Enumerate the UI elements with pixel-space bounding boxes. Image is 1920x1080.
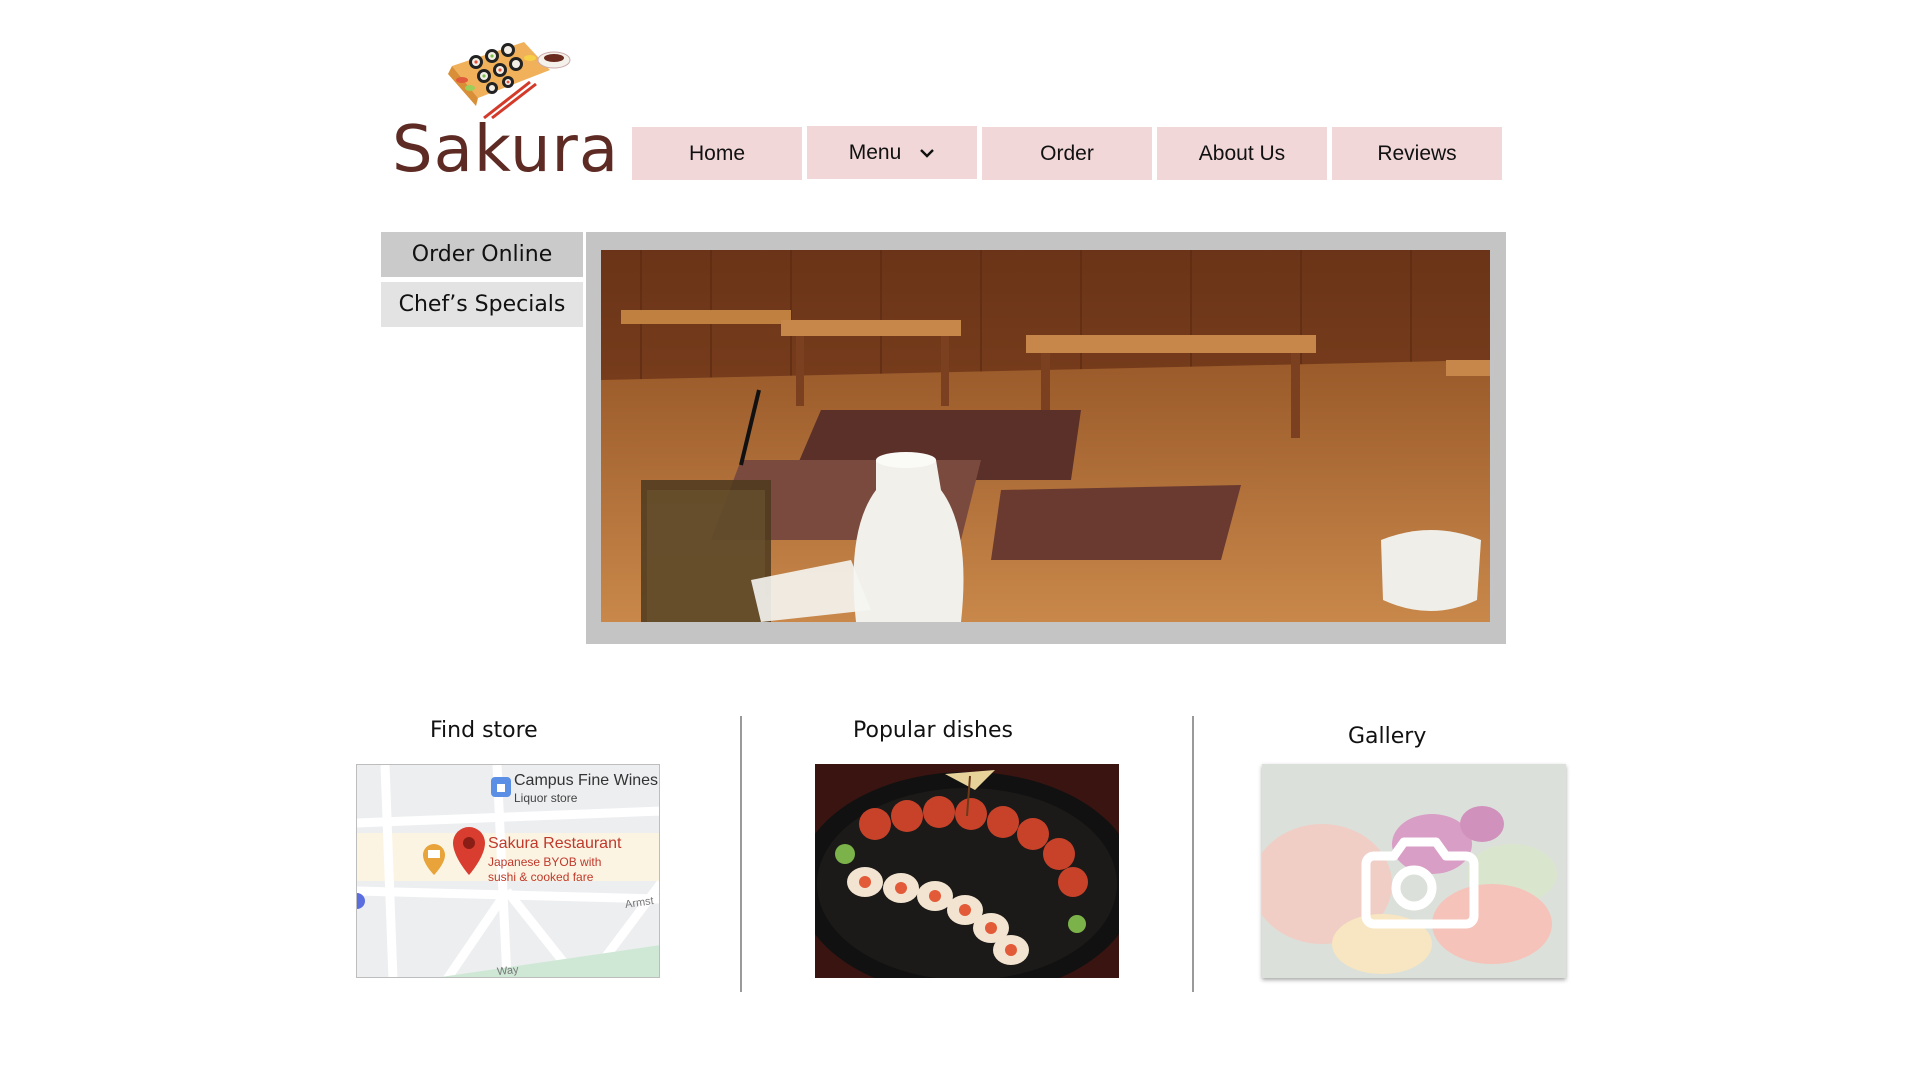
nav-home-button[interactable]: Home xyxy=(632,127,802,180)
nav-order-label: Order xyxy=(1040,141,1094,165)
nav-reviews-button[interactable]: Reviews xyxy=(1332,127,1502,180)
map-street-label: Way xyxy=(496,963,520,978)
nav-reviews-label: Reviews xyxy=(1377,141,1457,165)
nav-home-label: Home xyxy=(688,141,746,165)
chefs-specials-button[interactable]: Chef’s Specials xyxy=(381,282,583,327)
map-poi-restaurant-desc: sushi & cooked fare xyxy=(488,870,594,884)
popular-dishes-heading: Popular dishes xyxy=(853,718,1013,743)
map-poi-restaurant-name: Sakura Restaurant xyxy=(488,835,622,852)
order-online-label: Order Online xyxy=(411,242,553,267)
map-poi-restaurant-desc: Japanese BYOB with xyxy=(488,855,602,869)
map-poi-liquor-type: Liquor store xyxy=(514,791,578,805)
sushi-rolls-image xyxy=(815,764,1119,978)
nav-order-button[interactable]: Order xyxy=(982,127,1152,180)
map-poi-liquor-name: Campus Fine Wines xyxy=(514,772,659,789)
gallery-image[interactable] xyxy=(1262,764,1566,978)
restaurant-interior-image xyxy=(601,250,1490,622)
hero-restaurant-photo xyxy=(601,250,1490,622)
section-divider xyxy=(1192,716,1194,992)
brand-name[interactable]: Sakura xyxy=(392,118,619,182)
nav-menu-label: Menu xyxy=(848,140,902,164)
section-divider xyxy=(740,716,742,992)
nav-about-us-label: About Us xyxy=(1198,141,1286,165)
chefs-specials-label: Chef’s Specials xyxy=(398,292,566,317)
chevron-down-icon xyxy=(920,148,935,158)
gallery-heading: Gallery xyxy=(1348,724,1427,749)
order-online-button[interactable]: Order Online xyxy=(381,232,583,277)
find-store-heading: Find store xyxy=(430,718,538,743)
popular-dishes-image[interactable] xyxy=(815,764,1119,978)
nav-menu-button[interactable]: Menu xyxy=(807,126,977,179)
sashimi-image xyxy=(1262,764,1566,978)
store-map[interactable]: Campus Fine Wines Liquor store Sakura Re… xyxy=(356,764,660,978)
sushi-platter-icon xyxy=(448,42,571,120)
nav-about-us-button[interactable]: About Us xyxy=(1157,127,1327,180)
